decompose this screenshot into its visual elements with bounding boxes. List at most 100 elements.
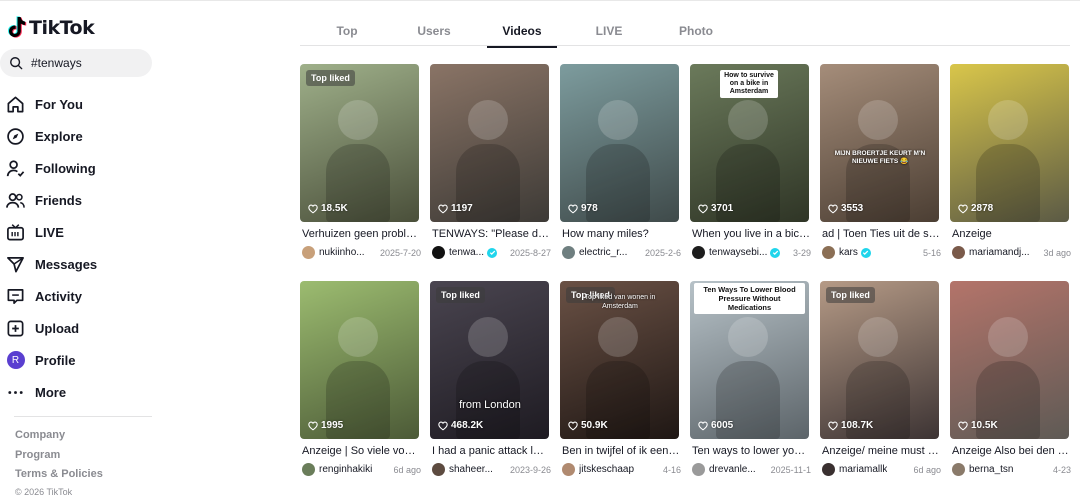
video-thumbnail[interactable]: 978 [560, 64, 679, 222]
author-avatar[interactable] [302, 246, 315, 259]
plus-square-icon [7, 320, 24, 336]
sidebar-item-activity[interactable]: Activity [6, 280, 151, 312]
author-name[interactable]: mariamandj... [969, 247, 1030, 258]
sidebar-item-live[interactable]: LIVE [6, 216, 151, 248]
view-count: 108.7K [828, 420, 873, 431]
author-name[interactable]: electric_r... [579, 247, 627, 258]
author-name[interactable]: mariamallk [839, 464, 887, 475]
sidebar-item-label: Activity [35, 288, 82, 304]
author-avatar[interactable] [562, 463, 575, 476]
author-name[interactable]: tenwaysebi... [709, 247, 767, 258]
video-thumbnail[interactable]: Ten Ways To Lower Blood Pressure Without… [690, 281, 809, 439]
video-caption[interactable]: Anzeige [952, 228, 1070, 240]
video-card[interactable]: Top liked from London 468.2K I had a panic … [430, 281, 551, 481]
search-input[interactable]: #tenways [0, 49, 152, 77]
footer-link-terms[interactable]: Terms & Policies [15, 468, 145, 488]
author-avatar[interactable] [302, 463, 315, 476]
footer-link-company[interactable]: Company [15, 429, 145, 449]
video-card[interactable]: Ten Ways To Lower Blood Pressure Without… [690, 281, 811, 481]
video-card[interactable]: Top liked 108.7K Anzeige/ meine must h... m… [820, 281, 941, 481]
video-thumbnail[interactable]: 1197 [430, 64, 549, 222]
tab-photo[interactable]: Photo [670, 24, 722, 46]
video-card[interactable]: 10.5K Anzeige Also bei den T... berna_tsn 4… [950, 281, 1071, 481]
tab-live[interactable]: LIVE [586, 24, 632, 46]
sidebar-item-messages[interactable]: Messages [6, 248, 151, 280]
sidebar-item-explore[interactable]: Explore [6, 120, 151, 152]
heart-icon [828, 204, 838, 213]
video-thumbnail[interactable]: 2878 [950, 64, 1069, 222]
author-avatar[interactable] [692, 463, 705, 476]
author-avatar[interactable] [692, 246, 705, 259]
tab-users[interactable]: Users [410, 24, 458, 46]
author-avatar[interactable] [432, 463, 445, 476]
view-count: 3553 [828, 203, 863, 214]
author-avatar[interactable] [952, 246, 965, 259]
video-caption[interactable]: Ben in twijfel of ik een ... [562, 445, 680, 457]
video-caption[interactable]: Ten ways to lower your... [692, 445, 810, 457]
video-thumbnail[interactable]: 1995 [300, 281, 419, 439]
tiktok-logo[interactable]: TikTok [7, 16, 95, 40]
top-liked-badge: Top liked [826, 287, 875, 303]
video-thumbnail[interactable]: Top liked 18.5K [300, 64, 419, 222]
tab-videos[interactable]: Videos [487, 24, 557, 48]
video-caption[interactable]: Anzeige/ meine must h... [822, 445, 940, 457]
author-avatar[interactable] [562, 246, 575, 259]
sidebar-item-following[interactable]: Following [6, 152, 151, 184]
author-name[interactable]: kars [839, 247, 858, 258]
author-avatar[interactable] [822, 463, 835, 476]
video-thumbnail[interactable]: Top liked Top liked van wonen in Amsterda… [560, 281, 679, 439]
author-name[interactable]: drevanle... [709, 464, 756, 475]
sidebar-item-friends[interactable]: Friends [6, 184, 151, 216]
video-thumbnail[interactable]: 10.5K [950, 281, 1069, 439]
author-avatar[interactable] [822, 246, 835, 259]
video-card[interactable]: 978 How many miles? electric_r... 2025-2-6 [560, 64, 681, 264]
sidebar-nav: For You Explore Following Friends LIVE M… [6, 88, 151, 408]
author-name[interactable]: jitskeschaap [579, 464, 634, 475]
video-caption[interactable]: I had a panic attack les... [432, 445, 550, 457]
video-caption[interactable]: TENWAYS: "Please do... [432, 228, 550, 240]
video-caption[interactable]: Anzeige Also bei den T... [952, 445, 1070, 457]
author-name[interactable]: renginhakiki [319, 464, 372, 475]
sidebar-item-upload[interactable]: Upload [6, 312, 151, 344]
video-overlay-text: Top liked van wonen in Amsterdam [584, 294, 656, 310]
view-count: 468.2K [438, 420, 483, 431]
video-caption[interactable]: Anzeige | So viele von ... [302, 445, 420, 457]
video-card[interactable]: How to survive on a bike in Amsterdam 370… [690, 64, 811, 264]
view-count-value: 2878 [971, 203, 994, 214]
thumbnail-figure [988, 317, 1028, 357]
sidebar-item-more[interactable]: More [6, 376, 151, 408]
video-card[interactable]: 1197 TENWAYS: "Please do... tenwa... 2025-8… [430, 64, 551, 264]
heart-icon [438, 204, 448, 213]
heart-icon [958, 421, 968, 430]
view-count: 18.5K [308, 203, 348, 214]
video-caption[interactable]: Verhuizen geen proble... [302, 228, 420, 240]
video-thumbnail[interactable]: How to survive on a bike in Amsterdam 370… [690, 64, 809, 222]
video-card[interactable]: Top liked Top liked van wonen in Amsterda… [560, 281, 681, 481]
thumbnail-figure [858, 100, 898, 140]
thumbnail-figure [598, 100, 638, 140]
video-caption[interactable]: When you live in a bicy... [692, 228, 810, 240]
footer-link-program[interactable]: Program [15, 449, 145, 469]
author-avatar[interactable] [432, 246, 445, 259]
video-caption[interactable]: How many miles? [562, 228, 680, 240]
video-thumbnail[interactable]: Top liked from London 468.2K [430, 281, 549, 439]
tab-top[interactable]: Top [324, 24, 370, 46]
video-card[interactable]: 1995 Anzeige | So viele von ... renginhaki… [300, 281, 421, 481]
video-caption[interactable]: ad | Toen Ties uit de sc... [822, 228, 940, 240]
video-card[interactable]: MIJN BROERTJE KEURT M'N NIEUWE FIETS 😂 35… [820, 64, 941, 264]
sidebar-item-profile[interactable]: R Profile [6, 344, 151, 376]
author-name[interactable]: shaheer... [449, 464, 493, 475]
video-card[interactable]: Top liked 18.5K Verhuizen geen proble... nu… [300, 64, 421, 264]
video-overlay-text: MIJN BROERTJE KEURT M'N NIEUWE FIETS 😂 [834, 150, 926, 165]
view-count-value: 1995 [321, 420, 344, 431]
video-thumbnail[interactable]: MIJN BROERTJE KEURT M'N NIEUWE FIETS 😂 35… [820, 64, 939, 222]
author-avatar[interactable] [952, 463, 965, 476]
author-name[interactable]: berna_tsn [969, 464, 1013, 475]
thumbnail-figure [598, 317, 638, 357]
video-thumbnail[interactable]: Top liked 108.7K [820, 281, 939, 439]
author-name[interactable]: tenwa... [449, 247, 484, 258]
sidebar-footer: Company Program Terms & Policies [15, 429, 145, 488]
sidebar-item-for-you[interactable]: For You [6, 88, 151, 120]
author-name[interactable]: nukiinho... [319, 247, 365, 258]
video-card[interactable]: 2878 Anzeige mariamandj... 3d ago [950, 64, 1071, 264]
